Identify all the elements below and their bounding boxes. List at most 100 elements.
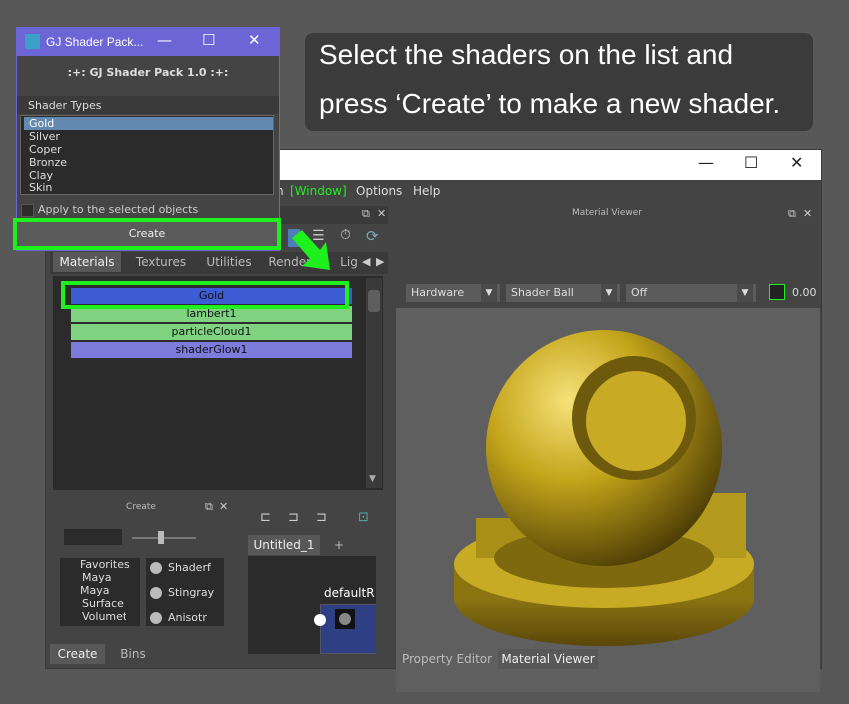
tab-utilities[interactable]: Utilities — [195, 252, 263, 272]
list-item[interactable]: Coper — [24, 143, 273, 156]
minimize-button[interactable]: — — [698, 153, 714, 172]
shader-ball-preview — [454, 330, 754, 646]
tab-material-viewer[interactable]: Material Viewer — [498, 649, 598, 669]
create-close-icon[interactable]: ✕ — [219, 500, 228, 513]
tab-untitled[interactable]: Untitled_1 — [248, 535, 320, 555]
exposure-value[interactable]: 0.00 — [792, 286, 817, 299]
gj-header: :+: GJ Shader Pack 1.0 :+: — [67, 66, 229, 79]
tooltip-line-2: press ‘Create’ to make a new shader. — [319, 88, 781, 119]
graph-output-icon[interactable]: ⊐ — [316, 510, 327, 525]
section-header: Shader Types — [17, 96, 279, 114]
viewer-canvas[interactable] — [396, 308, 820, 692]
node-port[interactable] — [314, 614, 326, 626]
shader-node[interactable] — [320, 604, 376, 654]
graph-io-icon[interactable]: ⊐ — [288, 510, 299, 525]
maximize-button[interactable]: ☐ — [744, 153, 758, 172]
tree-item[interactable]: Volumet — [82, 610, 126, 623]
node-graph[interactable]: defaultR — [248, 556, 376, 654]
materials-list: Gold lambert1 particleCloud1 shaderGlow1… — [53, 276, 383, 490]
gj-shader-pack-dialog: GJ Shader Pack... — ☐ ✕ :+: GJ Shader Pa… — [13, 28, 281, 250]
tree-item[interactable]: Maya — [82, 571, 111, 584]
icon-size-slider[interactable] — [132, 537, 196, 539]
add-tab-button[interactable]: + — [324, 535, 354, 555]
tree-item[interactable]: Maya — [80, 584, 109, 597]
maximize-button[interactable]: ☐ — [202, 31, 215, 49]
exposure-icon[interactable] — [769, 284, 785, 300]
chevron-down-icon: ▼ — [601, 284, 617, 302]
list-item[interactable]: Bronze — [24, 156, 273, 169]
minimize-button[interactable]: — — [157, 31, 172, 49]
close-button[interactable]: ✕ — [790, 153, 803, 172]
list-item[interactable]: Skin — [24, 181, 273, 194]
tab-bins[interactable]: Bins — [108, 644, 158, 664]
float-icon[interactable]: ⧉ — [362, 207, 370, 221]
app-logo-icon — [25, 34, 40, 49]
apply-checkbox[interactable] — [21, 204, 34, 217]
tab-scroll-left-icon[interactable]: ◀ — [362, 255, 370, 268]
graph-panel: ⊏ ⊐ ⊐ ⊡ Untitled_1 + defaultR — [246, 494, 378, 666]
scroll-down-icon[interactable]: ▼ — [369, 474, 376, 484]
gold-highlight-frame — [61, 281, 349, 309]
create-item[interactable]: Shaderf — [168, 561, 211, 574]
create-item[interactable]: Stingray — [168, 586, 214, 599]
list-item[interactable]: Gold — [24, 117, 273, 130]
list-item[interactable]: Silver — [24, 130, 273, 143]
renderer-dropdown[interactable]: Hardware ▼ — [406, 284, 500, 302]
renderer-value: Hardware — [411, 286, 465, 299]
menu-item-help[interactable]: Help — [413, 184, 440, 198]
close-panel-icon[interactable]: ✕ — [377, 207, 386, 220]
menu-item-options[interactable]: Options — [356, 184, 402, 198]
graph-frame-icon[interactable]: ⊡ — [358, 510, 369, 525]
node-label: defaultR — [324, 586, 375, 600]
material-item-label: particleCloud1 — [171, 325, 252, 338]
create-button-label: Create — [128, 227, 166, 240]
create-tree: Favorites Maya Maya Surface Volumet — [60, 558, 140, 626]
geometry-value: Shader Ball — [511, 286, 574, 299]
material-item-label: shaderGlow1 — [175, 343, 248, 356]
create-items: Shaderf Stingray Anisotr — [146, 558, 224, 626]
material-viewer-panel: Material Viewer ⧉ ✕ Hardware ▼ Shader Bal… — [396, 206, 820, 692]
create-button[interactable]: Create — [13, 218, 281, 250]
tab-property-editor[interactable]: Property Editor — [400, 649, 494, 669]
shader-ball-icon — [150, 612, 162, 624]
tree-item[interactable]: Surface — [82, 597, 124, 610]
tree-item[interactable]: Favorites — [80, 558, 130, 571]
environment-value: Off — [631, 286, 648, 299]
tab-create[interactable]: Create — [50, 644, 105, 664]
tab-materials[interactable]: Materials — [53, 252, 121, 272]
create-panel: Create ⧉ ✕ Favorites Maya Maya Surface V… — [50, 494, 232, 666]
environment-dropdown[interactable]: Off ▼ — [626, 284, 756, 302]
section-label: Shader Types — [28, 99, 102, 112]
create-float-icon[interactable]: ⧉ — [205, 500, 213, 514]
materials-scrollbar[interactable]: ▼ — [366, 278, 382, 488]
instruction-tooltip: Select the shaders on the list and press… — [305, 33, 813, 131]
geometry-dropdown[interactable]: Shader Ball ▼ — [506, 284, 620, 302]
sort-time-icon[interactable]: ⏱ — [340, 227, 351, 243]
shader-types-list: Gold Silver Coper Bronze Clay Skin — [20, 115, 274, 195]
scrollbar-thumb[interactable] — [368, 290, 380, 312]
green-arrow-icon — [292, 230, 330, 270]
gj-titlebar: GJ Shader Pack... — ☐ ✕ — [17, 28, 279, 56]
material-item[interactable]: particleCloud1 — [71, 324, 352, 340]
shader-ball-icon — [150, 587, 162, 599]
gj-title: GJ Shader Pack... — [46, 35, 144, 49]
search-field[interactable] — [64, 529, 122, 545]
chevron-down-icon: ▼ — [737, 284, 753, 302]
close-button[interactable]: ✕ — [248, 31, 261, 49]
apply-label: Apply to the selected objects — [38, 203, 199, 216]
menu-item-window[interactable]: [Window] — [290, 184, 347, 198]
create-item[interactable]: Anisotr — [168, 611, 207, 624]
tab-textures[interactable]: Textures — [127, 252, 195, 272]
viewer-close-icon[interactable]: ✕ — [803, 207, 812, 220]
node-swatch-icon — [335, 609, 355, 629]
tab-lights[interactable]: Lig — [337, 252, 361, 272]
tooltip-line-1: Select the shaders on the list and — [319, 39, 734, 70]
graph-input-icon[interactable]: ⊏ — [260, 510, 271, 525]
refresh-icon[interactable]: ⟳ — [366, 227, 379, 245]
viewer-float-icon[interactable]: ⧉ — [788, 207, 796, 221]
viewer-title: Material Viewer — [571, 208, 643, 218]
tab-scroll-right-icon[interactable]: ▶ — [376, 255, 384, 268]
material-item[interactable]: shaderGlow1 — [71, 342, 352, 358]
chevron-down-icon: ▼ — [481, 284, 497, 302]
slider-handle[interactable] — [158, 531, 164, 544]
